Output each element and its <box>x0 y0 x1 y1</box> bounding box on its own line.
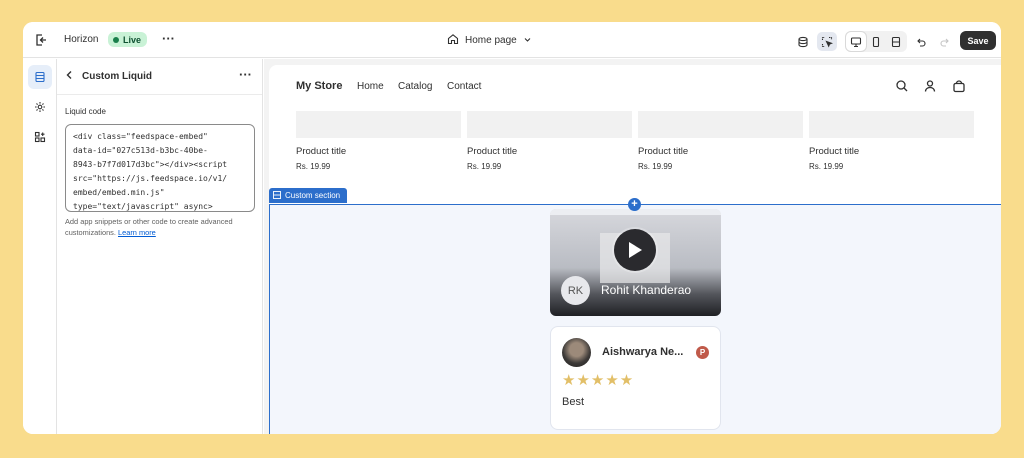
liquid-code-label: Liquid code <box>65 107 106 116</box>
nav-link-contact[interactable]: Contact <box>447 81 481 92</box>
store-header: My Store Home Catalog Contact <box>269 65 1001 107</box>
live-status-label: Live <box>123 34 142 45</box>
sections-icon[interactable] <box>28 65 52 89</box>
star-rating: ★★★★★ <box>562 372 635 389</box>
product-price: Rs. 19.99 <box>809 162 844 171</box>
mobile-icon[interactable] <box>866 32 886 51</box>
account-icon[interactable] <box>923 79 937 93</box>
product-title: Product title <box>296 146 347 157</box>
panel-title: Custom Liquid <box>82 71 152 82</box>
store-preview: My Store Home Catalog Contact Product ti… <box>269 65 1001 434</box>
settings-panel: Custom Liquid ··· Liquid code <div class… <box>57 59 263 434</box>
video-author-name: Rohit Khanderao <box>601 283 692 297</box>
product-title: Product title <box>809 146 860 157</box>
search-icon[interactable] <box>895 79 909 93</box>
theme-more-actions-button[interactable]: ··· <box>162 31 175 46</box>
video-testimonial[interactable]: RK Rohit Khanderao <box>550 209 721 316</box>
sidebar-rail <box>23 59 57 434</box>
liquid-code-editor[interactable]: <div class="feedspace-embed" data-id="02… <box>65 124 255 212</box>
product-title: Product title <box>467 146 518 157</box>
device-preview-group <box>845 31 907 52</box>
preview-canvas: My Store Home Catalog Contact Product ti… <box>264 59 1001 434</box>
product-price: Rs. 19.99 <box>296 162 331 171</box>
product-card[interactable]: Product title Rs. 19.99 <box>809 111 974 171</box>
theme-name[interactable]: Horizon <box>64 34 98 45</box>
review-card[interactable]: Aishwarya Ne... P ★★★★★ Best <box>550 326 721 430</box>
product-price: Rs. 19.99 <box>638 162 673 171</box>
product-image-placeholder <box>467 111 632 138</box>
panel-header: Custom Liquid ··· <box>57 59 262 95</box>
settings-gear-icon[interactable] <box>28 95 52 119</box>
redo-icon[interactable] <box>935 32 955 51</box>
editor-window: Horizon Live ··· Home page Save Custom L… <box>23 22 1001 434</box>
product-image-placeholder <box>638 111 803 138</box>
home-icon <box>447 33 459 48</box>
product-image-placeholder <box>809 111 974 138</box>
page-selector[interactable]: Home page <box>447 33 532 48</box>
page-selector-label: Home page <box>465 35 517 46</box>
section-grid-icon <box>273 190 281 201</box>
exit-icon[interactable] <box>33 32 49 48</box>
video-author-avatar: RK <box>561 276 590 305</box>
product-card[interactable]: Product title Rs. 19.99 <box>467 111 632 171</box>
cart-icon[interactable] <box>952 79 966 93</box>
learn-more-link[interactable]: Learn more <box>118 228 156 237</box>
top-bar: Horizon Live ··· Home page Save <box>23 22 1001 58</box>
product-image-placeholder <box>296 111 461 138</box>
live-dot-icon <box>113 36 119 43</box>
custom-section-label: Custom section <box>285 191 341 200</box>
undo-icon[interactable] <box>911 32 931 51</box>
play-icon[interactable] <box>614 229 656 271</box>
nav-link-home[interactable]: Home <box>357 81 384 92</box>
inspector-icon[interactable] <box>817 32 837 51</box>
back-chevron-icon[interactable] <box>65 70 74 83</box>
toolbar-tools <box>793 31 955 52</box>
product-title: Product title <box>638 146 689 157</box>
live-status-badge: Live <box>108 32 148 47</box>
apps-icon[interactable] <box>28 125 52 149</box>
reviewer-avatar <box>562 338 591 367</box>
desktop-icon[interactable] <box>846 32 866 51</box>
fullscreen-icon[interactable] <box>886 32 906 51</box>
chevron-down-icon <box>523 35 532 47</box>
store-brand[interactable]: My Store <box>296 80 342 92</box>
review-text: Best <box>562 396 585 408</box>
custom-section-tag[interactable]: Custom section <box>269 188 348 203</box>
panel-more-button[interactable]: ··· <box>239 67 252 82</box>
help-text: Add app snippets or other code to create… <box>65 216 261 238</box>
nav-link-catalog[interactable]: Catalog <box>398 81 432 92</box>
reviewer-name: Aishwarya Ne... <box>602 346 684 358</box>
product-price: Rs. 19.99 <box>467 162 502 171</box>
product-card[interactable]: Product title Rs. 19.99 <box>638 111 803 171</box>
store-data-icon[interactable] <box>793 32 813 51</box>
add-section-button[interactable]: + <box>628 198 641 211</box>
product-card[interactable]: Product title Rs. 19.99 <box>296 111 461 171</box>
save-button[interactable]: Save <box>960 31 996 50</box>
product-hunt-badge-icon: P <box>696 346 709 359</box>
